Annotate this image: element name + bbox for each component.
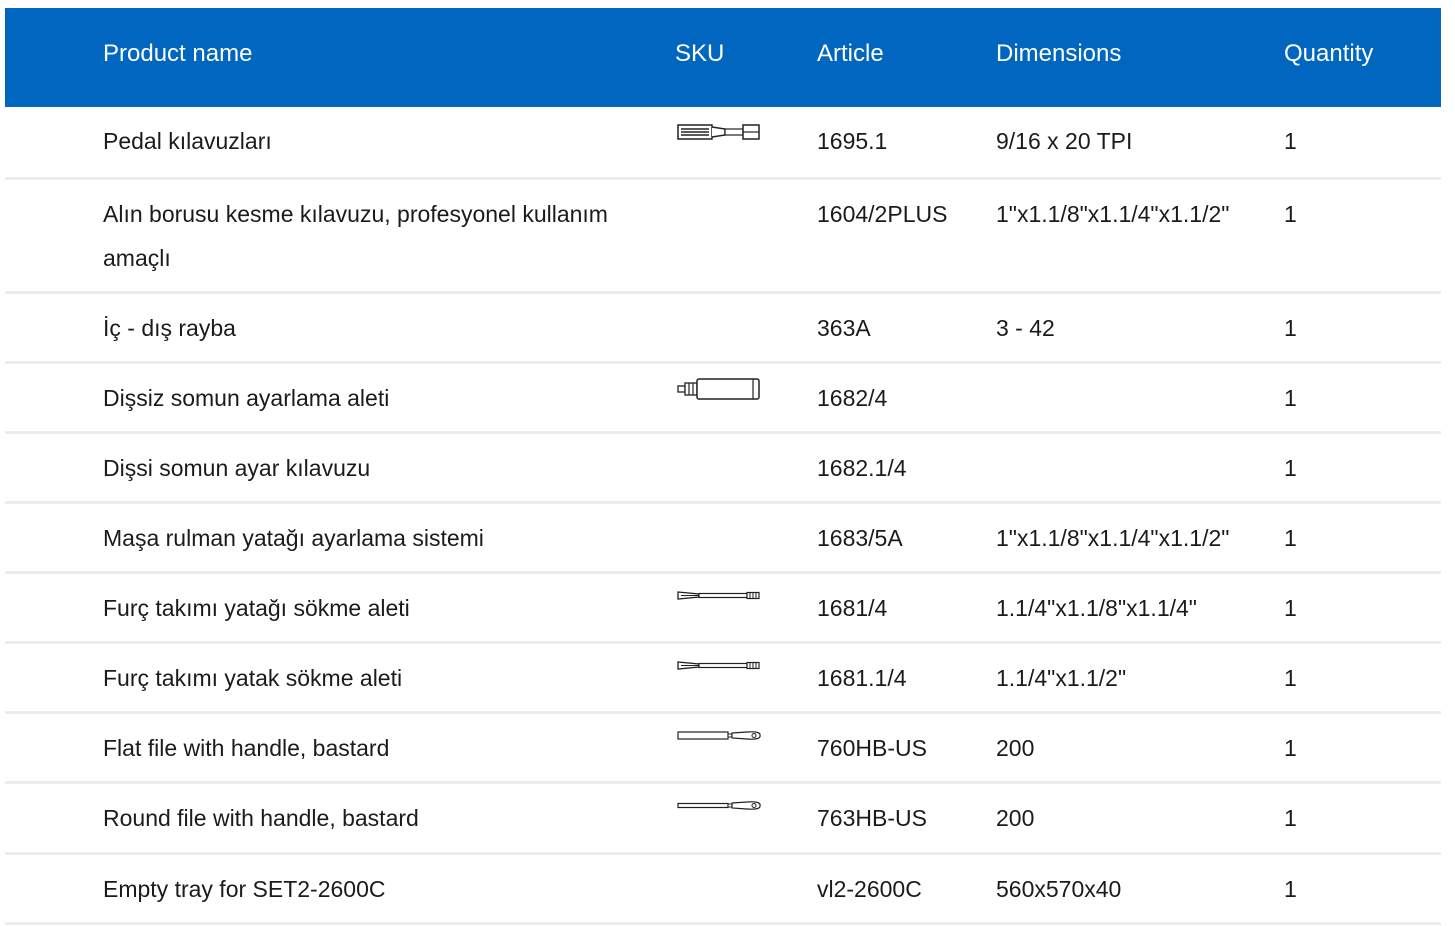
table-header: Product name SKU Article Dimensions Quan… [5,8,1441,107]
row-dimensions: 3 - 42 [996,315,1055,341]
row-article: 1695.1 [817,128,888,154]
table-row: Empty tray for SET2-2600C vl2-2600C 560x… [5,855,1441,925]
row-article: 363A [817,315,871,341]
table-row: İç - dış rayba 363A 3 - 42 1 [5,294,1441,364]
row-article: 1681/4 [817,595,888,621]
row-article: 1681.1/4 [817,665,907,691]
row-product-name: Pedal kılavuzları [103,128,272,154]
table-row: Pedal kılavuzları 1695.1 9/16 x 20 TPI 1 [5,107,1441,180]
row-dimensions: 200 [996,735,1035,761]
row-article: 1604/2PLUS [817,201,948,227]
flat-file-icon [677,731,761,740]
table-row: Round file with handle, bastard 763HB-US… [5,784,1441,855]
product-table: Product name SKU Article Dimensions Quan… [5,8,1441,925]
row-product-name: Furç takımı yatağı sökme aleti [103,595,410,621]
header-article: Article [817,40,884,67]
row-product-name: İç - dış rayba [103,315,236,341]
adjuster-tool-icon [677,378,760,400]
table-row: Flat file with handle, bastard 760HB-US … [5,714,1441,784]
table-row: Dişsiz somun ayarlama aleti 1682/4 1 [5,364,1441,434]
row-article: vl2-2600C [817,876,922,902]
row-article: 1682/4 [817,385,888,411]
table-row: Furç takımı yatak sökme aleti 1681.1/4 1… [5,644,1441,714]
header-dimensions: Dimensions [996,40,1122,67]
table-row: Alın borusu kesme kılavuzu, profesyonel … [5,180,1441,294]
row-product-name: Maşa rulman yatağı ayarlama sistemi [103,525,484,551]
tap-tool-icon [677,124,760,140]
row-quantity: 1 [1284,595,1297,621]
header-quantity: Quantity [1284,40,1374,67]
round-file-icon [677,801,761,810]
row-quantity: 1 [1284,665,1297,691]
row-quantity: 1 [1284,201,1297,227]
remover-tool-icon [677,591,760,600]
row-quantity: 1 [1284,455,1297,481]
row-article: 763HB-US [817,805,927,831]
row-product-name: Alın borusu kesme kılavuzu, profesyonel … [103,201,608,271]
row-article: 1682.1/4 [817,455,907,481]
header-product-name: Product name [103,40,253,67]
row-quantity: 1 [1284,315,1297,341]
row-product-name: Flat file with handle, bastard [103,735,390,761]
row-dimensions: 1.1/4"x1.1/8"x1.1/4" [996,595,1197,621]
row-quantity: 1 [1284,876,1297,902]
row-quantity: 1 [1284,128,1297,154]
row-quantity: 1 [1284,805,1297,831]
row-quantity: 1 [1284,525,1297,551]
remover-tool-icon [677,661,760,670]
row-dimensions: 9/16 x 20 TPI [996,128,1133,154]
row-quantity: 1 [1284,385,1297,411]
row-product-name: Furç takımı yatak sökme aleti [103,665,403,691]
row-dimensions: 1"x1.1/8"x1.1/4"x1.1/2" [996,201,1230,227]
table-row: Maşa rulman yatağı ayarlama sistemi 1683… [5,504,1441,574]
row-product-name: Empty tray for SET2-2600C [103,876,386,902]
row-product-name: Dişsi somun ayar kılavuzu [103,455,371,481]
row-dimensions: 200 [996,805,1035,831]
row-dimensions: 1.1/4"x1.1/2" [996,665,1127,691]
row-quantity: 1 [1284,735,1297,761]
row-product-name: Dişsiz somun ayarlama aleti [103,385,390,411]
table-row: Dişsi somun ayar kılavuzu 1682.1/4 1 [5,434,1441,504]
row-article: 760HB-US [817,735,927,761]
row-dimensions: 560x570x40 [996,876,1122,902]
row-dimensions: 1"x1.1/8"x1.1/4"x1.1/2" [996,525,1230,551]
table-row: Furç takımı yatağı sökme aleti 1681/4 1.… [5,574,1441,644]
header-sku: SKU [675,40,725,67]
row-article: 1683/5A [817,525,903,551]
row-product-name: Round file with handle, bastard [103,805,419,831]
